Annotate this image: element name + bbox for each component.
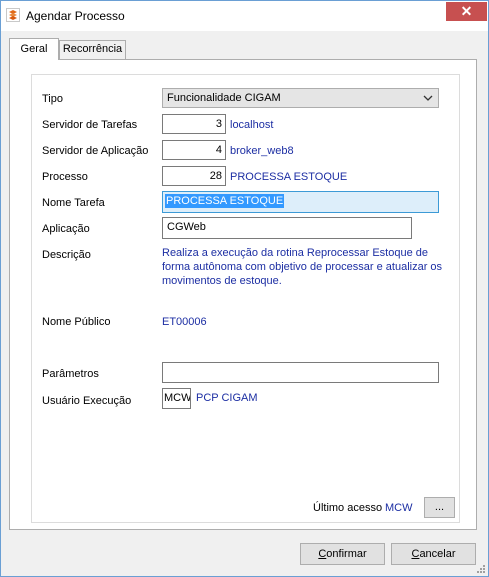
nome-publico-label: Nome Público <box>42 316 111 328</box>
servidor-aplicacao-name: broker_web8 <box>230 145 294 157</box>
tipo-select-value: Funcionalidade CIGAM <box>167 92 281 104</box>
resize-grip-icon[interactable] <box>476 564 486 574</box>
processo-name: PROCESSA ESTOQUE <box>230 171 348 183</box>
descricao-label: Descrição <box>42 249 91 261</box>
aplicacao-input[interactable]: CGWeb <box>162 217 412 239</box>
nome-tarefa-input[interactable]: PROCESSA ESTOQUE <box>162 191 439 213</box>
usuario-execucao-code-input[interactable]: MCW <box>162 388 191 409</box>
descricao-text: Realiza a execução da rotina Reprocessar… <box>162 247 443 287</box>
servidor-tarefas-label: Servidor de Tarefas <box>42 119 138 131</box>
close-button[interactable]: ✕ <box>446 2 487 21</box>
cigam-app-icon <box>6 8 20 22</box>
chevron-down-icon <box>423 95 433 101</box>
ultimo-acesso-details-button[interactable]: ... <box>424 497 455 518</box>
confirmar-button[interactable]: Confirmar <box>300 543 385 565</box>
processo-label: Processo <box>42 171 88 183</box>
close-icon: ✕ <box>460 3 473 19</box>
servidor-aplicacao-code-input[interactable]: 4 <box>162 140 226 160</box>
form-group <box>31 74 460 523</box>
usuario-execucao-label: Usuário Execução <box>42 395 132 407</box>
tipo-select[interactable]: Funcionalidade CIGAM <box>162 88 439 108</box>
nome-tarefa-label: Nome Tarefa <box>42 197 105 209</box>
servidor-tarefas-name: localhost <box>230 119 274 131</box>
cancelar-button[interactable]: Cancelar <box>391 543 476 565</box>
tipo-label: Tipo <box>42 93 63 105</box>
tab-geral[interactable]: Geral <box>9 38 59 60</box>
nome-tarefa-selected-text: PROCESSA ESTOQUE <box>165 194 285 208</box>
confirmar-label: onfirmar <box>326 548 367 560</box>
servidor-aplicacao-label: Servidor de Aplicação <box>42 145 149 157</box>
cancelar-label: ancelar <box>419 548 456 560</box>
servidor-tarefas-code-input[interactable]: 3 <box>162 114 226 134</box>
ultimo-acesso-label: Último acesso <box>313 502 383 514</box>
title-bar[interactable]: Agendar Processo ✕ <box>1 1 488 31</box>
processo-code-input[interactable]: 28 <box>162 166 226 186</box>
parametros-label: Parâmetros <box>42 368 99 380</box>
usuario-execucao-name: PCP CIGAM <box>196 392 258 404</box>
tab-recorrencia[interactable]: Recorrência <box>59 40 126 59</box>
ultimo-acesso-value: MCW <box>385 502 413 514</box>
aplicacao-label: Aplicação <box>42 223 90 235</box>
nome-publico-value: ET00006 <box>162 316 207 328</box>
parametros-input[interactable] <box>162 362 439 383</box>
window-title: Agendar Processo <box>26 9 125 23</box>
